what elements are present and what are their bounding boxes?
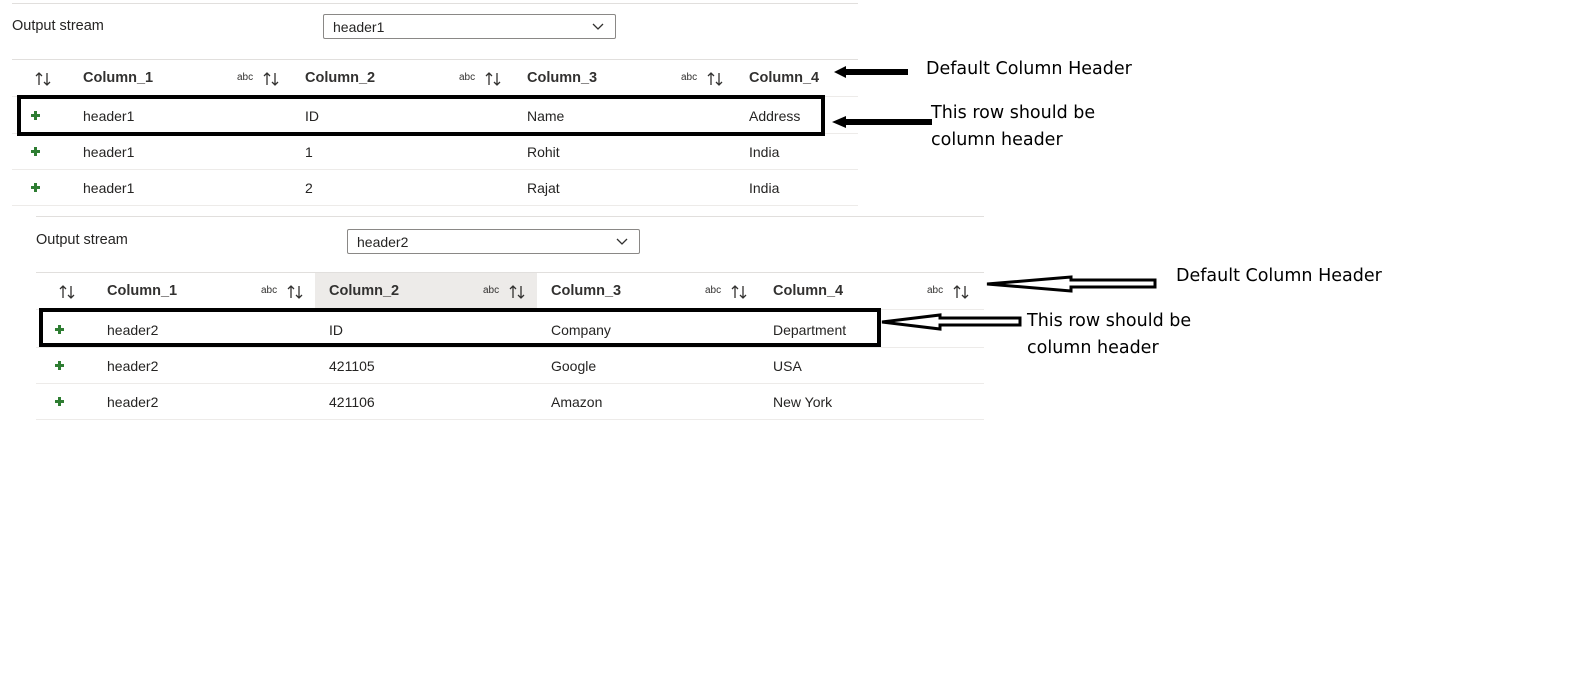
table-cell: header2 [107,393,159,410]
insert-row-icon [31,183,40,192]
arrow-left-icon [832,116,932,128]
output-stream-selected: header2 [357,234,409,250]
table-cell: New York [773,393,833,410]
string-type-icon: abc [261,285,278,296]
table-row: header1 1 Rohit India [12,134,858,170]
table-cell: 2 [305,179,313,196]
panel-divider [36,216,984,217]
output-stream-selected: header1 [333,19,385,35]
sort-icon[interactable] [706,71,724,87]
chevron-down-icon [592,23,604,30]
table-cell: 421105 [329,357,375,374]
insert-row-icon [55,397,64,406]
string-type-icon: abc [927,285,944,296]
table-row: header2 421105 Google USA [36,348,984,384]
output-stream-dropdown[interactable]: header2 [347,229,640,254]
annotation-row-note-1: This row should be column header [931,103,1096,150]
sort-icon[interactable] [286,284,304,300]
panel-divider [12,3,858,4]
insert-row-icon [55,361,64,370]
output-stream-label: Output stream [12,18,104,34]
table-cell: header1 [83,179,135,196]
chevron-down-icon [616,238,628,245]
sort-icon[interactable] [58,284,76,300]
arrow-left-icon [986,275,1157,293]
table-cell: India [749,143,780,160]
table-cell: 421106 [329,393,375,410]
annotation-default-header-2: Default Column Header [1176,266,1382,286]
column-header-row: Column_1 abc Column_2 abc Column_3 abc C… [12,59,858,97]
output-stream-dropdown[interactable]: header1 [323,14,616,39]
highlight-box-row-1 [17,95,825,136]
arrow-left-icon [834,66,908,78]
string-type-icon: abc [681,72,698,83]
sort-icon[interactable] [730,284,748,300]
output-stream-label: Output stream [36,232,128,248]
sort-icon[interactable] [952,284,970,300]
table-cell: India [749,179,780,196]
table-cell: Rohit [527,143,560,160]
table-cell: header2 [107,357,159,374]
table-cell: header1 [83,143,135,160]
table-cell: Rajat [527,179,560,196]
table-row: header1 2 Rajat India [12,170,858,206]
annotation-row-note-2: This row should be column header [1027,311,1192,358]
highlight-box-row-2 [39,308,881,347]
table-cell: USA [773,357,802,374]
annotation-default-header-1: Default Column Header [926,59,1132,79]
table-row: header2 421106 Amazon New York [36,384,984,420]
sort-icon[interactable] [484,71,502,87]
sort-icon[interactable] [262,71,280,87]
arrow-left-icon [881,313,1022,331]
column-header-2[interactable]: Column_2 [315,273,537,309]
string-type-icon: abc [705,285,722,296]
table-cell: Amazon [551,393,603,410]
table-cell: 1 [305,143,313,160]
column-header-row: Column_1 abc Column_2 abc Column_3 abc C… [36,272,984,310]
string-type-icon: abc [483,285,500,296]
column-header-4[interactable]: Column_4 [773,273,923,309]
sort-icon[interactable] [34,71,52,87]
table-cell: Google [551,357,597,374]
string-type-icon: abc [237,72,254,83]
sort-icon[interactable] [508,284,526,300]
insert-row-icon [31,147,40,156]
string-type-icon: abc [459,72,476,83]
